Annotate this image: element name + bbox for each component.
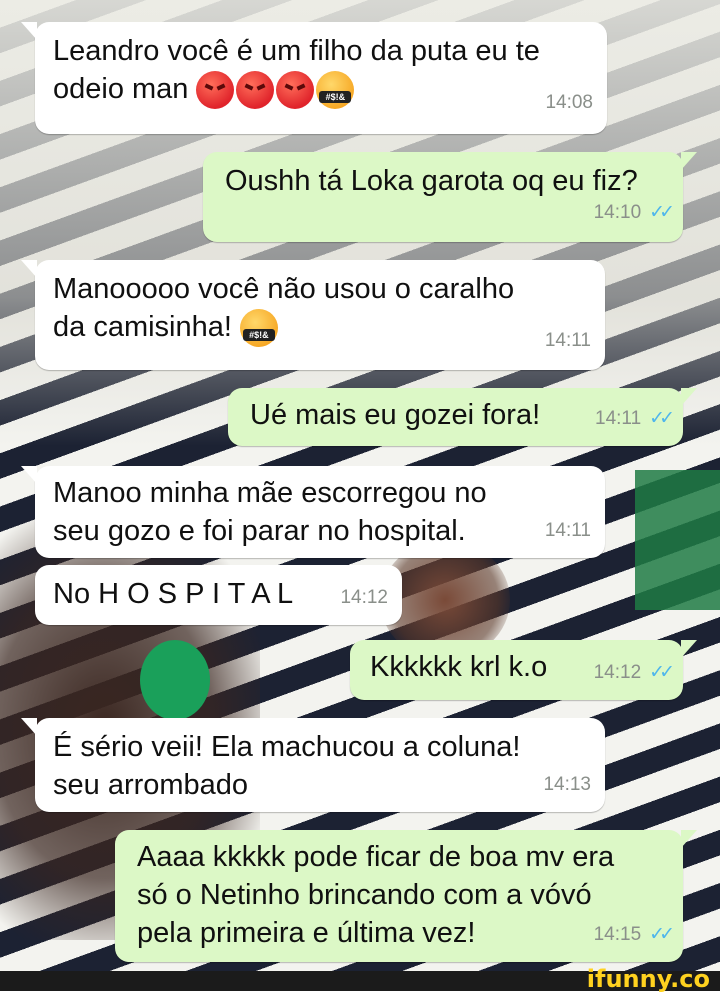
message-text: É sério veii! Ela machucou a coluna! xyxy=(53,731,521,763)
message-bubble-outgoing[interactable]: Ué mais eu gozei fora! 14:11 ✓✓ xyxy=(228,388,697,446)
message-text: Kkkkkk krl k.o xyxy=(370,651,548,683)
message-time: 14:11 xyxy=(544,330,591,351)
message-text: seu arrombado xyxy=(53,769,249,801)
message-time: 14:15 ✓✓ xyxy=(594,916,675,954)
emoji-group: #$!& xyxy=(239,309,278,348)
message-time: 14:13 xyxy=(543,774,591,795)
message-time: 14:11 xyxy=(544,520,591,541)
message-text: só o Netinho brincando com a vóvó xyxy=(137,879,592,911)
message-text: Ué mais eu gozei fora! xyxy=(250,399,541,431)
message-text: da camisinha! xyxy=(53,311,232,343)
cursing-face-icon: #$!& xyxy=(316,71,355,110)
emoji-group: #$!& xyxy=(196,71,355,110)
read-receipt-icon: ✓✓ xyxy=(649,408,675,429)
read-receipt-icon: ✓✓ xyxy=(649,662,675,683)
message-bubble-outgoing[interactable]: Kkkkkk krl k.o 14:12 ✓✓ xyxy=(350,640,697,700)
background-green-object xyxy=(140,640,210,720)
message-time: 14:12 ✓✓ xyxy=(594,654,675,692)
message-text: Manooooo você não usou o caralho xyxy=(53,273,515,305)
angry-face-icon xyxy=(236,71,275,110)
message-text: odeio man xyxy=(53,73,189,105)
message-time: 14:08 xyxy=(545,92,593,113)
message-bubble-incoming[interactable]: No H O S P I T A L 14:12 xyxy=(35,565,402,625)
message-time: 14:11 ✓✓ xyxy=(595,400,675,438)
angry-face-icon xyxy=(196,71,235,110)
watermark-logo: ifunny.co xyxy=(586,965,710,993)
message-bubble-outgoing[interactable]: Oushh tá Loka garota oq eu fiz? 14:10 ✓✓ xyxy=(203,152,697,242)
message-bubble-incoming[interactable]: Leandro você é um filho da puta eu te od… xyxy=(21,22,607,134)
background-chair xyxy=(635,470,720,610)
message-time: 14:10 ✓✓ xyxy=(594,194,675,232)
angry-face-icon xyxy=(276,71,315,110)
read-receipt-icon: ✓✓ xyxy=(649,202,675,223)
message-text: Oushh tá Loka garota oq eu fiz? xyxy=(225,165,638,197)
message-text: Aaaa kkkkk pode ficar de boa mv era xyxy=(137,841,615,873)
message-text: Leandro você é um filho da puta eu te xyxy=(53,35,540,67)
message-text: No H O S P I T A L xyxy=(53,578,294,610)
read-receipt-icon: ✓✓ xyxy=(649,924,675,945)
message-text: Manoo minha mãe escorregou no xyxy=(53,477,487,509)
message-bubble-incoming[interactable]: É sério veii! Ela machucou a coluna! seu… xyxy=(21,718,605,812)
cursing-face-icon: #$!& xyxy=(239,309,278,348)
message-text: seu gozo e foi parar no hospital. xyxy=(53,515,466,547)
message-bubble-outgoing[interactable]: Aaaa kkkkk pode ficar de boa mv era só o… xyxy=(115,830,697,962)
message-bubble-incoming[interactable]: Manoo minha mãe escorregou no seu gozo e… xyxy=(21,466,605,558)
message-time: 14:12 xyxy=(340,587,388,608)
message-text: pela primeira e última vez! xyxy=(137,917,476,949)
message-bubble-incoming[interactable]: Manooooo você não usou o caralho da cami… xyxy=(21,260,605,370)
